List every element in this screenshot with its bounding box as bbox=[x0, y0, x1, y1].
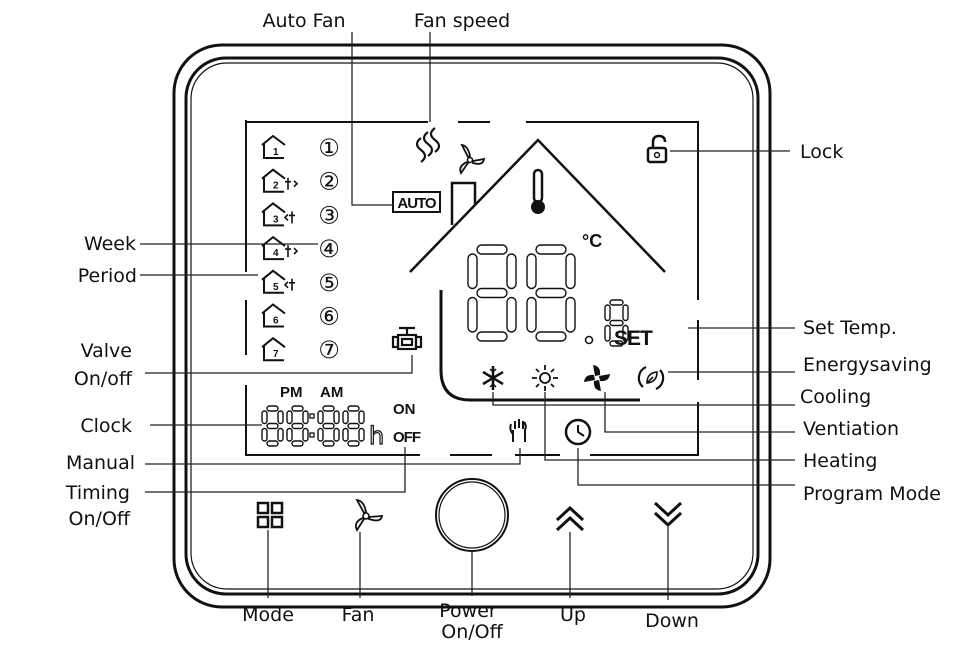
set-indicator: SET bbox=[614, 327, 653, 350]
svg-text:AUTO: AUTO bbox=[397, 195, 437, 212]
timing-on-indicator: ON bbox=[393, 401, 416, 418]
eco-leaf-icon bbox=[637, 365, 665, 391]
temperature-display bbox=[467, 244, 629, 347]
label-fan-speed: Fan speed bbox=[414, 10, 510, 32]
week-period-row: 4④ bbox=[261, 235, 340, 263]
label-program-mode: Program Mode bbox=[803, 483, 941, 505]
decimal-point bbox=[584, 335, 594, 345]
hand-icon bbox=[509, 419, 527, 442]
seven-segment-digit bbox=[317, 405, 340, 447]
label-valve: Valve bbox=[81, 340, 132, 362]
seven-segment-digit bbox=[342, 405, 365, 447]
week-period-row: 6⑥ bbox=[261, 303, 340, 331]
valve-icon bbox=[391, 326, 423, 351]
house-outline bbox=[409, 138, 666, 402]
label-up: Up bbox=[560, 604, 586, 626]
ventilation-fan-icon bbox=[584, 365, 610, 391]
label-fan: Fan bbox=[342, 604, 375, 626]
person-returning-icon bbox=[283, 211, 295, 224]
label-power-onoff: On/Off bbox=[441, 621, 503, 643]
seven-segment-digit bbox=[261, 405, 284, 447]
label-timing-onoff: On/Off bbox=[69, 508, 131, 530]
sun-icon bbox=[532, 365, 558, 391]
seven-segment-digit bbox=[467, 244, 517, 342]
day-number-mark: ③ bbox=[318, 201, 340, 229]
label-manual: Manual bbox=[66, 452, 135, 474]
label-energysaving: Energysaving bbox=[803, 354, 932, 376]
timing-off-indicator: OFF bbox=[393, 429, 421, 446]
day-number-mark: ① bbox=[318, 134, 340, 162]
period-number: 3 bbox=[273, 214, 279, 225]
diagram-canvas: °C SET AUTO 1 ①2 ②3 ③4 ④5 ⑤6 ⑥7 ⑦ PM AM h ON OF… bbox=[65, 10, 941, 643]
label-week: Week bbox=[84, 233, 136, 255]
mode-button[interactable] bbox=[256, 501, 284, 529]
label-valve-onoff: On/off bbox=[74, 368, 133, 390]
label-lock: Lock bbox=[800, 141, 843, 163]
label-auto-fan: Auto Fan bbox=[262, 10, 345, 32]
label-mode: Mode bbox=[242, 604, 294, 626]
week-period-row: 2② bbox=[261, 168, 340, 196]
am-indicator: AM bbox=[320, 384, 343, 401]
wind-icon bbox=[415, 127, 441, 163]
day-number-mark: ⑥ bbox=[318, 303, 340, 331]
power-button[interactable] bbox=[435, 478, 509, 552]
seven-segment-digit bbox=[526, 244, 576, 342]
pm-indicator: PM bbox=[280, 384, 303, 401]
label-cooling: Cooling bbox=[800, 386, 871, 408]
period-number: 1 bbox=[273, 147, 279, 158]
down-button[interactable] bbox=[653, 501, 683, 528]
clock-display bbox=[261, 405, 365, 447]
label-heating: Heating bbox=[803, 450, 877, 472]
label-timing: Timing bbox=[65, 482, 130, 504]
period-number: 5 bbox=[273, 282, 279, 293]
label-period: Period bbox=[78, 265, 137, 287]
period-number: 7 bbox=[273, 349, 279, 360]
label-clock: Clock bbox=[80, 415, 132, 437]
seven-segment-digit bbox=[286, 405, 309, 447]
snowflake-icon bbox=[482, 366, 504, 390]
person-leaving-icon bbox=[285, 177, 299, 190]
day-number-mark: ⑤ bbox=[318, 269, 340, 297]
hour-unit: h bbox=[369, 422, 384, 450]
auto-fan-badge: AUTO bbox=[392, 191, 441, 213]
up-button[interactable] bbox=[555, 505, 585, 532]
label-power: Power bbox=[439, 600, 497, 622]
week-period-column: 1 ①2 ②3 ③4 ④5 ⑤6 ⑥7 ⑦ bbox=[261, 134, 340, 364]
week-period-row: 3③ bbox=[261, 201, 340, 229]
thermostat-diagram: °C SET AUTO 1①2②3③4④5⑤6⑥7⑦ PM AM h ON OF… bbox=[0, 0, 956, 647]
person-returning-icon bbox=[283, 278, 295, 291]
day-number-mark: ④ bbox=[318, 235, 340, 263]
lock-icon bbox=[646, 134, 668, 164]
fan-speed-icon bbox=[459, 143, 486, 175]
fan-button[interactable] bbox=[354, 498, 384, 532]
period-number: 6 bbox=[273, 316, 279, 327]
label-down: Down bbox=[645, 610, 699, 632]
day-number-mark: ⑦ bbox=[318, 336, 340, 364]
week-period-row: 7⑦ bbox=[261, 336, 340, 364]
program-clock-icon bbox=[564, 418, 592, 446]
period-number: 2 bbox=[273, 181, 279, 192]
week-period-row: 5⑤ bbox=[261, 269, 340, 297]
day-number-mark: ② bbox=[318, 168, 340, 196]
label-set-temp: Set Temp. bbox=[803, 317, 897, 339]
label-ventiation: Ventiation bbox=[803, 418, 899, 440]
person-leaving-icon bbox=[285, 245, 299, 258]
thermometer-icon bbox=[531, 168, 545, 214]
celsius-unit: °C bbox=[582, 231, 602, 251]
period-number: 4 bbox=[273, 248, 279, 259]
week-period-row: 1① bbox=[261, 134, 340, 162]
